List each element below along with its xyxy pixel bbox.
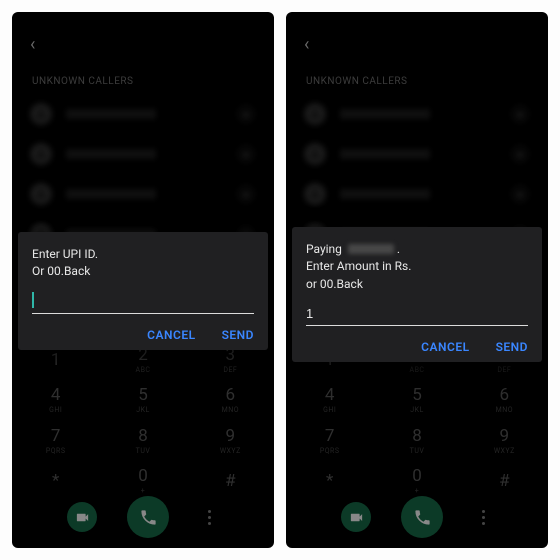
key-6[interactable]: 6MNO: [187, 381, 274, 422]
phone-screen-left: ‹ UNKNOWN CALLERS September 2 Enter UPI …: [12, 12, 274, 548]
video-icon: [512, 186, 528, 202]
cancel-button[interactable]: CANCEL: [421, 340, 469, 354]
key-8[interactable]: 8TUV: [373, 421, 460, 462]
video-icon: [238, 186, 254, 202]
key-9[interactable]: 9WXYZ: [187, 421, 274, 462]
amount-dialog: Paying . Enter Amount in Rs. or 00.Back …: [292, 227, 542, 362]
key-5[interactable]: 5JKL: [373, 381, 460, 422]
list-item: [12, 174, 274, 214]
payee-redacted: [348, 244, 394, 254]
avatar-icon: [30, 183, 52, 205]
list-item: [286, 174, 548, 214]
cancel-button[interactable]: CANCEL: [147, 328, 195, 342]
list-item: [12, 134, 274, 174]
dialog-line: Enter Amount in Rs.: [306, 259, 411, 273]
avatar-icon: [30, 103, 52, 125]
avatar-icon: [304, 103, 326, 125]
phone-screen-right: ‹ UNKNOWN CALLERS Paying . Enter Amount …: [286, 12, 548, 548]
list-item: [286, 94, 548, 134]
key-5[interactable]: 5JKL: [99, 381, 186, 422]
video-icon: [512, 146, 528, 162]
upi-id-input[interactable]: [32, 291, 254, 314]
avatar-icon: [304, 143, 326, 165]
key-7[interactable]: 7PQRS: [286, 421, 373, 462]
more-icon[interactable]: [199, 510, 219, 525]
bottom-bar: [286, 494, 548, 540]
upi-id-dialog: Enter UPI ID. Or 00.Back CANCEL SEND: [18, 232, 268, 350]
video-call-button[interactable]: [67, 502, 97, 532]
list-item: [286, 134, 548, 174]
dial-keypad: 12ABC3DEF4GHI5JKL6MNO7PQRS8TUV9WXYZ*0+#: [12, 340, 274, 502]
dialog-line: .: [397, 242, 400, 256]
video-icon: [512, 106, 528, 122]
section-header: UNKNOWN CALLERS: [306, 76, 407, 87]
send-button[interactable]: SEND: [222, 328, 254, 342]
video-icon: [238, 146, 254, 162]
key-9[interactable]: 9WXYZ: [461, 421, 548, 462]
key-4[interactable]: 4GHI: [12, 381, 99, 422]
key-8[interactable]: 8TUV: [99, 421, 186, 462]
dialog-line: or 00.Back: [306, 277, 363, 291]
dialog-message: Enter UPI ID. Or 00.Back: [32, 246, 254, 281]
dialog-line: Paying: [306, 242, 342, 256]
more-icon[interactable]: [473, 510, 493, 525]
avatar-icon: [304, 183, 326, 205]
dialog-line: Enter UPI ID.: [32, 247, 98, 261]
section-header: UNKNOWN CALLERS: [32, 76, 133, 87]
back-icon[interactable]: ‹: [30, 34, 35, 55]
text-cursor: [32, 292, 34, 308]
key-4[interactable]: 4GHI: [286, 381, 373, 422]
bottom-bar: [12, 494, 274, 540]
call-button[interactable]: [401, 496, 443, 538]
avatar-icon: [30, 143, 52, 165]
video-icon: [238, 106, 254, 122]
amount-input[interactable]: [306, 303, 528, 326]
back-icon[interactable]: ‹: [304, 34, 309, 55]
list-item: [12, 94, 274, 134]
video-call-button[interactable]: [341, 502, 371, 532]
dialog-message: Paying . Enter Amount in Rs. or 00.Back: [306, 241, 528, 293]
dialog-line: Or 00.Back: [32, 264, 90, 278]
call-button[interactable]: [127, 496, 169, 538]
key-6[interactable]: 6MNO: [461, 381, 548, 422]
send-button[interactable]: SEND: [496, 340, 528, 354]
dial-keypad: 12ABC3DEF4GHI5JKL6MNO7PQRS8TUV9WXYZ*0+#: [286, 340, 548, 502]
key-7[interactable]: 7PQRS: [12, 421, 99, 462]
